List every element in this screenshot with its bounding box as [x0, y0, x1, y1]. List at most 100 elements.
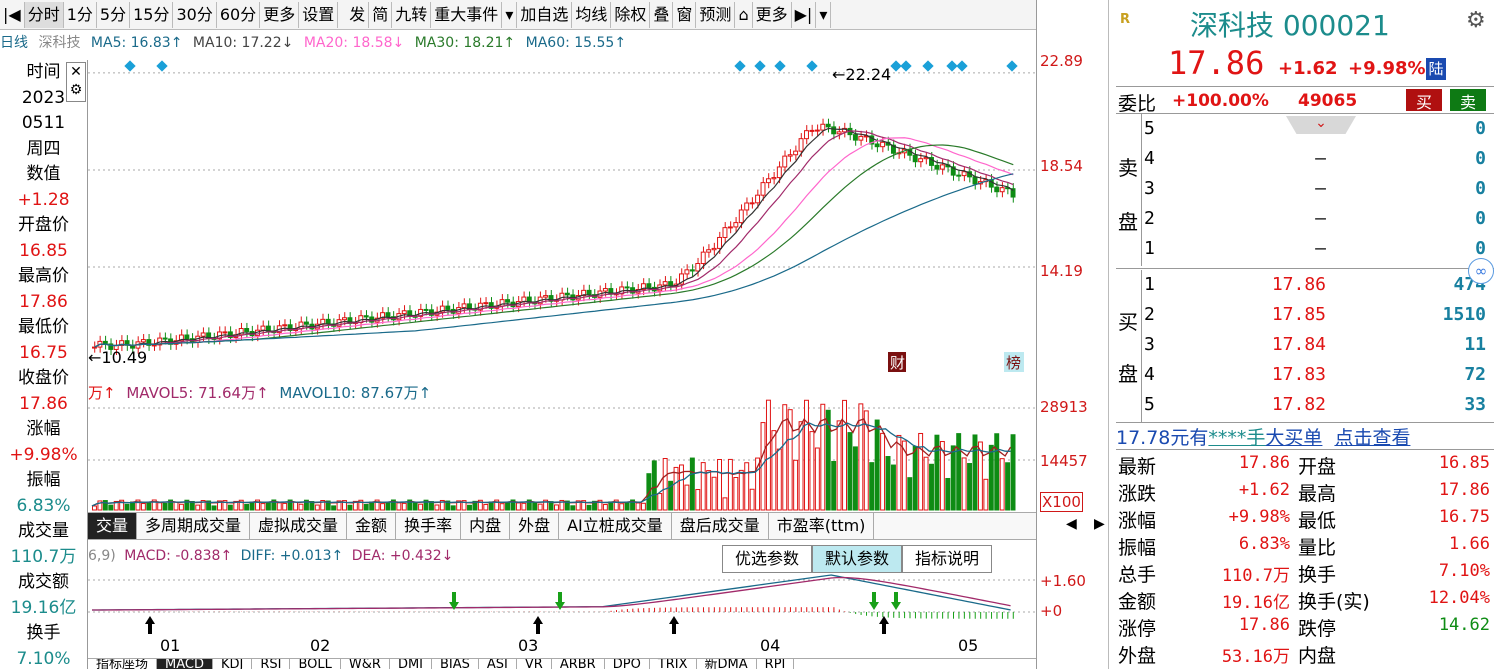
sell-button[interactable]: 卖 — [1450, 89, 1486, 112]
toolbar-fa[interactable]: 发 — [346, 1, 370, 28]
stat-value: 16.85 — [1438, 453, 1490, 473]
first-page-icon[interactable]: |◀ — [0, 1, 25, 28]
volume-bar — [842, 399, 848, 511]
period-more[interactable]: 更多 — [260, 1, 300, 28]
indicator-tab[interactable]: 新DMA — [697, 659, 757, 669]
candle-body — [564, 292, 570, 296]
volume-tab[interactable]: 盘后成交量 — [672, 513, 769, 539]
asks-level-row[interactable]: 3 – 0 — [1142, 174, 1494, 204]
volume-bar — [738, 469, 744, 511]
info-item: 7.10% — [16, 648, 71, 669]
bids-level-row[interactable]: 3 17.84 11 — [1142, 330, 1494, 360]
volume-tab[interactable]: 换手率 — [396, 513, 462, 539]
volume-tab[interactable]: AI立桩成交量 — [559, 513, 672, 539]
volume-tab[interactable]: 市盈率(ttm) — [769, 513, 875, 539]
volume-chart[interactable] — [88, 380, 1036, 512]
stock-name-label: 深科技 — [38, 35, 81, 51]
period-1[interactable]: 分时 — [24, 1, 64, 28]
bids-level-row[interactable]: 4 17.83 72 — [1142, 360, 1494, 390]
volume-tab[interactable]: 内盘 — [461, 513, 511, 539]
buy-button[interactable]: 买 — [1406, 89, 1442, 112]
candle-body — [776, 166, 782, 179]
scroll-left-icon[interactable]: ◀ — [1066, 516, 1077, 532]
candle-body — [461, 303, 467, 309]
gear-icon[interactable]: ⚙ — [1466, 8, 1486, 33]
indicator-tab[interactable]: BIAS — [432, 659, 479, 669]
last-page-icon[interactable]: ▶| — [792, 1, 817, 28]
toolbar-ma[interactable]: 均线 — [572, 1, 612, 28]
toolbar-add-watch[interactable]: 加自选 — [517, 1, 573, 28]
close-icon[interactable]: ✕ ⚙ — [66, 62, 86, 102]
volume-bar — [619, 503, 625, 511]
level-number: 5 — [1144, 394, 1155, 415]
asks-level-row[interactable]: 50 — [1142, 114, 1494, 144]
lock-icon[interactable]: ⌂ — [735, 1, 753, 28]
toolbar-jian[interactable]: 简 — [369, 1, 393, 28]
volume-bar — [809, 431, 815, 511]
asks-level-row[interactable]: 2 – 0 — [1142, 204, 1494, 234]
period-3[interactable]: 5分 — [97, 1, 131, 28]
indicator-tab[interactable]: KDJ — [213, 659, 253, 669]
dropdown2-icon[interactable]: ▾ — [816, 1, 832, 28]
volume-bar — [912, 445, 918, 511]
candle-body — [858, 135, 864, 141]
asks-level-row[interactable]: 1 – 0 — [1142, 234, 1494, 264]
candle-body — [934, 164, 940, 170]
volume-bar — [711, 476, 717, 511]
indicator-tab[interactable]: BOLL — [290, 659, 341, 669]
volume-bar — [124, 503, 130, 511]
volume-tab[interactable]: 金额 — [347, 513, 397, 539]
indicator-tab[interactable]: DPO — [605, 659, 650, 669]
toolbar-exright[interactable]: 除权 — [611, 1, 651, 28]
volume-tab[interactable]: 多周期成交量 — [137, 513, 251, 539]
period-5[interactable]: 30分 — [173, 1, 217, 28]
volume-tab[interactable]: 外盘 — [510, 513, 560, 539]
volume-bar — [994, 433, 1000, 511]
bigbuy-link[interactable]: 点击查看 — [1334, 427, 1410, 449]
indicator-tab[interactable]: MACD — [157, 659, 213, 669]
candlestick-chart[interactable]: ←22.24 ←10.49 财 榜 — [88, 56, 1036, 376]
bids-level-row[interactable]: 2 17.85 1510 — [1142, 300, 1494, 330]
volume-tab[interactable]: 交量 — [88, 513, 138, 539]
indicator-tab[interactable]: TRIX — [650, 659, 697, 669]
big-order-bar[interactable]: 17.78元有****手大买单 点击查看 — [1116, 422, 1494, 450]
period-2[interactable]: 1分 — [64, 1, 97, 28]
settings-button[interactable]: 设置 — [299, 1, 339, 28]
indicator-tab[interactable]: ASI — [479, 659, 517, 669]
toolbar-jiuzhuan[interactable]: 九转 — [392, 1, 432, 28]
indicator-tab[interactable]: VR — [517, 659, 552, 669]
event-marker — [124, 60, 136, 72]
scroll-right-icon[interactable]: ▶ — [1094, 516, 1105, 532]
period-6[interactable]: 60分 — [217, 1, 261, 28]
indicator-tab[interactable]: DMI — [390, 659, 432, 669]
link-icon[interactable]: ∞ — [1468, 258, 1494, 284]
indicator-tab[interactable]: RPI — [757, 659, 795, 669]
volume-bar — [450, 505, 456, 511]
toolbar-overlay[interactable]: 叠 — [650, 1, 674, 28]
candle-body — [999, 187, 1005, 193]
info-item: +1.28 — [17, 189, 70, 210]
period-4[interactable]: 15分 — [130, 1, 174, 28]
volume-bar — [314, 504, 320, 511]
indicator-tab[interactable]: ARBR — [552, 659, 605, 669]
event-marker — [734, 60, 746, 72]
indicator-tab[interactable]: 指标座场 — [88, 659, 158, 669]
level-price: – — [1315, 208, 1326, 229]
volume-tab[interactable]: 虚拟成交量 — [250, 513, 348, 539]
candle-body — [385, 312, 391, 318]
stat-key: 振幅 — [1118, 537, 1157, 559]
level-price: 17.86 — [1271, 274, 1326, 295]
volume-bar — [298, 503, 304, 511]
bids-level-row[interactable]: 1 17.86 474 — [1142, 270, 1494, 300]
bids-level-row[interactable]: 5 17.82 33 — [1142, 390, 1494, 420]
toolbar-more[interactable]: 更多 — [753, 1, 792, 28]
level-number: 4 — [1144, 148, 1155, 169]
toolbar-forecast[interactable]: 预测 — [696, 1, 736, 28]
toolbar-major-events[interactable]: 重大事件 — [431, 1, 503, 28]
candle-body — [880, 141, 886, 148]
asks-level-row[interactable]: 4 – 0 — [1142, 144, 1494, 174]
dropdown-icon[interactable]: ▾ — [502, 1, 518, 28]
indicator-tab[interactable]: W&R — [341, 659, 390, 669]
toolbar-window[interactable]: 窗 — [673, 1, 697, 28]
indicator-tab[interactable]: RSI — [252, 659, 291, 669]
